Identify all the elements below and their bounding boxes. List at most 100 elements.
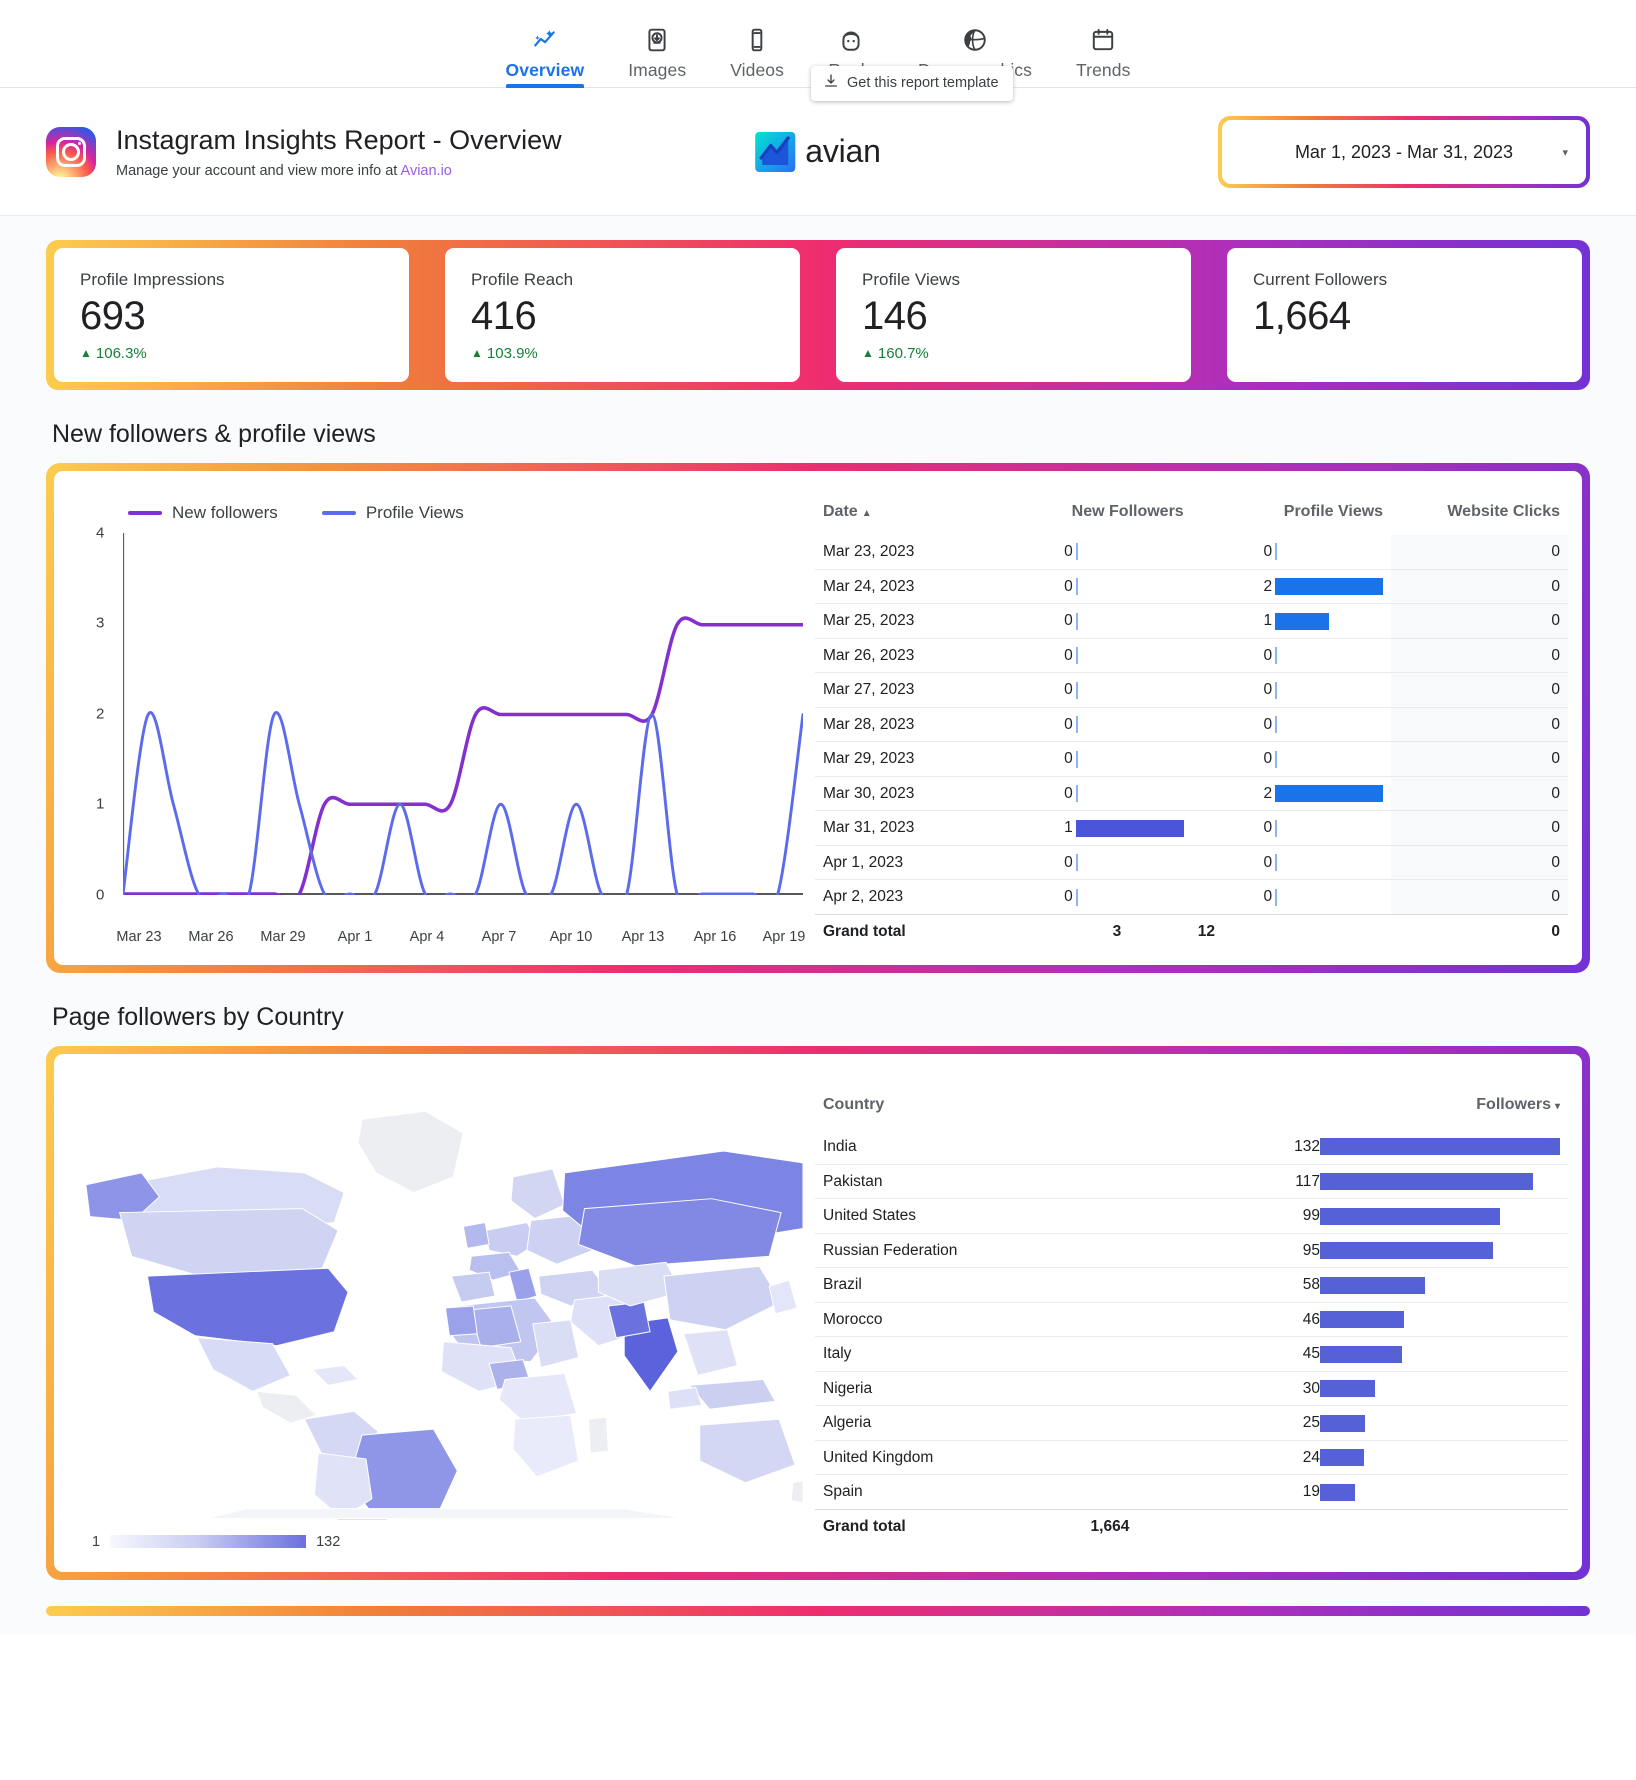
table-row[interactable]: Apr 2, 2023 0 0 0 (815, 879, 1568, 915)
table-row[interactable]: Apr 1, 2023 0 0 0 (815, 844, 1568, 880)
cell-date: Mar 31, 2023 (815, 810, 963, 846)
face-icon (838, 25, 864, 55)
tab-overview-label: Overview (505, 60, 585, 80)
cell-website-clicks: 0 (1391, 672, 1568, 708)
table-row[interactable]: Brazil 58 (815, 1267, 1568, 1303)
table-row[interactable]: India 132 (815, 1130, 1568, 1165)
cell-date: Apr 2, 2023 (815, 879, 963, 915)
column-header-website-clicks[interactable]: Website Clicks (1391, 497, 1568, 535)
cell-new-followers: 1 (962, 810, 1192, 846)
country-panel: 1 132 Country Followers ▾ India 132 Paki… (46, 1045, 1590, 1580)
kpi-delta: ▲ 160.7% (862, 345, 1165, 362)
avian-brand-logo: avian (755, 131, 881, 172)
table-row[interactable]: Mar 25, 2023 0 1 0 (815, 603, 1568, 639)
table-row[interactable]: Mar 31, 2023 1 0 0 (815, 810, 1568, 846)
table-row[interactable]: Mar 28, 2023 0 0 0 (815, 706, 1568, 742)
cell-followers: 45 (1074, 1336, 1568, 1372)
cell-country: Nigeria (815, 1370, 1075, 1406)
tab-overview[interactable]: Overview (484, 25, 607, 88)
column-header-followers[interactable]: Followers ▾ (1075, 1090, 1568, 1130)
table-row[interactable]: Mar 29, 2023 0 0 0 (815, 741, 1568, 777)
table-row[interactable]: Nigeria 30 (815, 1370, 1568, 1406)
kpi-value: 1,664 (1253, 294, 1351, 338)
kpi-label: Current Followers (1253, 270, 1388, 289)
cell-followers: 19 (1074, 1474, 1568, 1510)
cell-new-followers: 0 (962, 706, 1192, 742)
download-icon (823, 73, 839, 93)
cell-followers: 95 (1074, 1232, 1568, 1268)
tab-videos[interactable]: Videos (708, 25, 806, 87)
followers-panel: New followers Profile Views 4 3 2 1 0 Ma… (46, 462, 1590, 973)
cell-new-followers: 0 (962, 637, 1192, 673)
cell-website-clicks: 0 (1391, 603, 1568, 639)
cell-country: Algeria (815, 1405, 1075, 1441)
tab-images[interactable]: Images (606, 25, 708, 87)
column-header-new-followers[interactable]: New Followers (963, 497, 1192, 535)
cell-country: India (823, 1137, 857, 1155)
cell-profile-views: 0 (1191, 810, 1392, 846)
cell-date: Mar 24, 2023 (815, 568, 963, 604)
legend-swatch-profile-views (321, 511, 356, 515)
calendar-icon (1090, 25, 1116, 55)
date-range-selector[interactable]: Mar 1, 2023 - Mar 31, 2023 ▾ (1218, 116, 1590, 188)
table-row[interactable]: Mar 24, 2023 0 2 0 (815, 568, 1568, 604)
table-row[interactable]: Italy 45 (815, 1336, 1568, 1372)
table-row[interactable]: Pakistan 117 (815, 1163, 1568, 1199)
total-new-followers: 3 (962, 913, 1192, 949)
kpi-card-profile-views[interactable]: Profile Views 146 ▲ 160.7% (836, 248, 1191, 382)
x-axis-tick: Mar 29 (260, 928, 306, 945)
legend-item-new-followers[interactable]: New followers (128, 503, 278, 523)
column-header-followers-label: Followers (1476, 1095, 1551, 1113)
table-header-row: Country Followers ▾ (815, 1090, 1568, 1130)
x-axis-tick: Apr 1 (337, 928, 373, 945)
table-row[interactable]: Mar 30, 2023 0 2 0 (815, 775, 1568, 811)
get-report-template-button[interactable]: Get this report template (811, 66, 1013, 101)
table-total-row: Grand total 1,664 (815, 1508, 1568, 1544)
table-row[interactable]: Spain 19 (815, 1474, 1568, 1510)
kpi-delta: ▲ 103.9% (471, 345, 774, 362)
map-canvas[interactable] (68, 1080, 803, 1520)
column-header-country[interactable]: Country (815, 1090, 1075, 1130)
cell-followers: 25 (1074, 1405, 1568, 1441)
cell-new-followers: 0 (962, 775, 1192, 811)
avian-io-link[interactable]: Avian.io (401, 163, 452, 179)
cell-website-clicks: 0 (1391, 534, 1568, 570)
table-row[interactable]: Russian Federation 95 (815, 1232, 1568, 1268)
cell-country: Pakistan (815, 1163, 1075, 1199)
legend-item-profile-views[interactable]: Profile Views (321, 503, 464, 523)
cell-date: Mar 29, 2023 (815, 741, 963, 777)
legend-label-new-followers: New followers (172, 502, 278, 522)
kpi-card-profile-reach[interactable]: Profile Reach 416 ▲ 103.9% (445, 248, 800, 382)
cell-date: Mar 25, 2023 (815, 603, 963, 639)
map-color-legend: 1 132 (68, 1520, 803, 1556)
kpi-card-current-followers[interactable]: Current Followers 1,664 (1227, 248, 1582, 382)
cell-new-followers: 0 (962, 844, 1192, 880)
table-row[interactable]: Mar 26, 2023 0 0 0 (815, 637, 1568, 673)
x-axis: Mar 23 Mar 26 Mar 29 Apr 1 Apr 4 Apr 7 A… (68, 895, 805, 945)
cell-profile-views: 0 (1191, 844, 1392, 880)
column-header-profile-views[interactable]: Profile Views (1192, 497, 1391, 535)
country-data-table: Country Followers ▾ India 132 Pakistan 117 Un… (803, 1072, 1568, 1556)
table-row[interactable]: Morocco 46 (815, 1301, 1568, 1337)
x-axis-tick: Mar 23 (116, 928, 162, 945)
kpi-label: Profile Impressions (80, 270, 225, 289)
kpi-scorecard-band: Profile Impressions 693 ▲ 106.3% Profile… (46, 240, 1590, 390)
cell-followers: 24 (1074, 1439, 1568, 1475)
table-row[interactable]: Mar 23, 2023 0 0 0 (815, 534, 1568, 570)
kpi-delta-value: 103.9% (486, 344, 538, 362)
cell-country: United Kingdom (815, 1439, 1075, 1475)
kpi-card-profile-impressions[interactable]: Profile Impressions 693 ▲ 106.3% (54, 248, 409, 382)
tab-trends[interactable]: Trends (1054, 25, 1152, 87)
cell-website-clicks: 0 (1391, 568, 1568, 604)
kpi-delta-value: 106.3% (95, 344, 147, 362)
table-row[interactable]: Mar 27, 2023 0 0 0 (815, 672, 1568, 708)
tab-videos-label: Videos (730, 60, 784, 80)
column-header-date[interactable]: Date ▲ (815, 497, 963, 535)
table-row[interactable]: Algeria 25 (815, 1405, 1568, 1441)
cell-new-followers: 0 (962, 879, 1192, 915)
table-row[interactable]: United Kingdom 24 (815, 1439, 1568, 1475)
report-subtitle: Manage your account and view more info a… (116, 163, 562, 179)
table-row[interactable]: United States 99 (815, 1198, 1568, 1234)
table-total-row: Grand total 3 12 0 (815, 913, 1568, 949)
cell-profile-views: 0 (1191, 706, 1392, 742)
